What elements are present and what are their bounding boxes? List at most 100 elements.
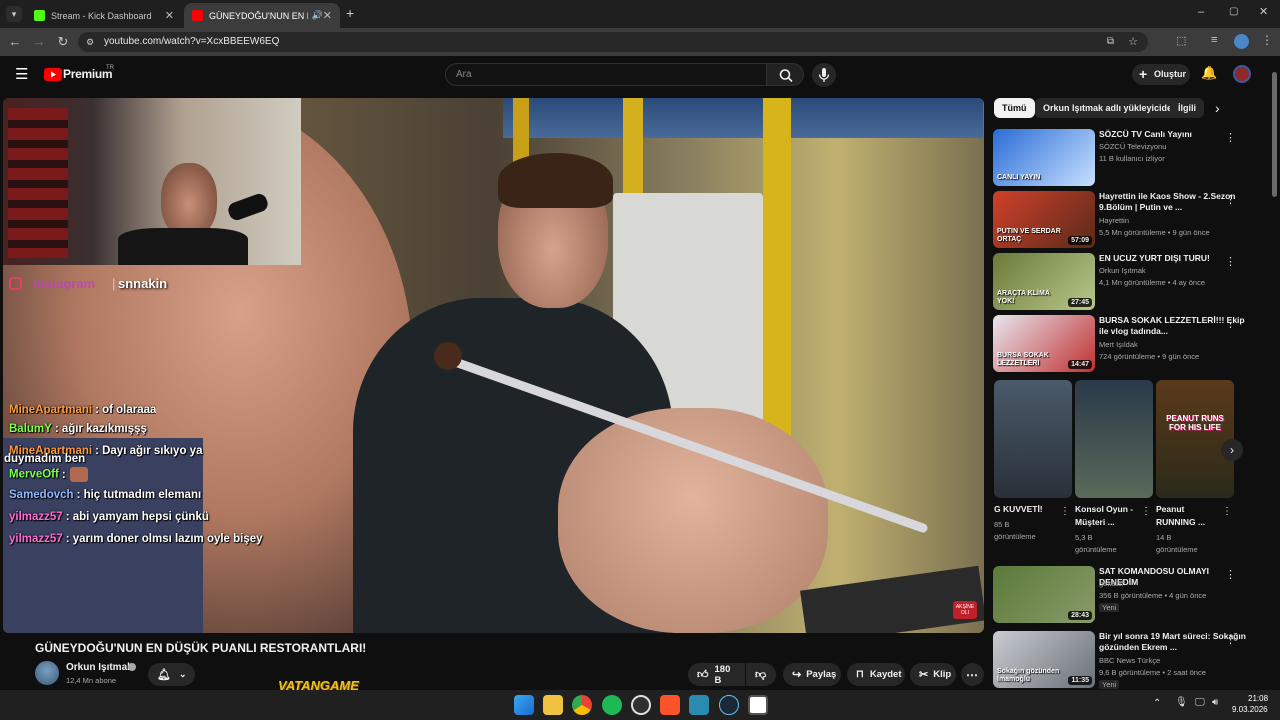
channel-name[interactable]: Hayrettin [1099,216,1129,225]
speaker-icon[interactable]: 🔊 [312,10,323,21]
close-icon[interactable]: ✕ [323,9,332,22]
channel-name[interactable]: gokalaf [1099,579,1123,588]
app-icon[interactable] [689,695,709,715]
video-thumbnail[interactable]: 28:43 [993,566,1095,623]
tab-search-button[interactable]: ▾ [6,6,22,22]
network-icon[interactable]: 🖵 [1195,697,1205,708]
more-vertical-icon[interactable]: ⋮ [1225,131,1236,144]
yandex-icon[interactable] [748,695,768,715]
recommended-video[interactable]: Sokağın gözünden İmamoğlu 11:35 Bir yıl so… [993,631,1263,689]
tab-kick-dashboard[interactable]: Stream - Kick Dashboard ✕ [26,3,182,28]
minimize-icon[interactable]: – [1198,6,1204,18]
notifications-bell-icon[interactable]: 🔔 [1201,65,1217,81]
subscribe-bell-button[interactable]: 🔔︎ ⌄ [148,663,195,686]
video-duration: 11:35 [1068,676,1092,685]
channel-name[interactable]: Orkun Işıtmak [1099,266,1146,275]
chip-uploader[interactable]: Orkun Işıtmak adlı yükleyiciden [1035,98,1186,118]
short-thumbnail[interactable] [1075,380,1153,498]
account-avatar[interactable] [1233,65,1251,83]
browser-menu-icon[interactable]: ⋮ [1261,33,1273,47]
short-views-label: görüntüleme [1156,545,1198,554]
chip-related[interactable]: İlgili [1170,98,1204,118]
new-tab-button[interactable]: + [346,5,354,21]
video-player[interactable]: instagram | snnakin MineApartmani: of ol… [3,98,984,633]
shorts-next-button[interactable]: › [1221,439,1243,461]
save-button[interactable]: ⊓ Kaydet [847,663,905,686]
search-button[interactable] [766,63,804,86]
tab-youtube-video[interactable]: GÜNEYDOĞU'NUN EN DÜŞ 🔊 ✕ [184,3,340,28]
channel-name[interactable]: Orkun Işıtmak [66,662,133,673]
recommended-video[interactable]: 28:43 SAT KOMANDOSU OLMAYI DENEDİM gokalaf… [993,566,1263,624]
tray-chevron-icon[interactable]: ⌃ [1153,698,1161,709]
chrome-icon[interactable] [572,695,592,715]
short-thumbnail[interactable]: PEANUT RUNS FOR HIS LIFE [1156,380,1234,498]
short-title[interactable]: Peanut RUNNING ... [1156,503,1218,529]
more-vertical-icon[interactable]: ⋮ [1225,193,1236,206]
share-icon: ↪ [792,669,802,681]
obs-icon[interactable] [631,695,651,715]
close-window-icon[interactable]: ✕ [1259,5,1268,18]
more-vertical-icon[interactable]: ⋮ [1060,506,1070,517]
recommended-video[interactable]: CANLI YAYIN SÖZCÜ TV Canlı Yayını SÖZCÜ Te… [993,129,1263,187]
recommended-video[interactable]: PUTIN VE SERDAR ORTAÇ 57:09 Hayrettin ile … [993,191,1263,249]
maximize-icon[interactable]: ▢ [1229,6,1238,17]
video-thumbnail[interactable]: Sokağın gözünden İmamoğlu 11:35 [993,631,1095,688]
short-title[interactable]: Konsol Oyun - Müşteri ... [1075,503,1137,529]
like-button[interactable]: 👍︎ 180 B [688,663,745,686]
video-thumbnail[interactable]: BURSA SOKAK LEZZETLERİ 14:47 [993,315,1095,372]
search-input[interactable]: Ara [445,63,767,86]
volume-icon[interactable]: 🔊︎ [1212,697,1218,708]
spotify-icon[interactable] [602,695,622,715]
chat-message: yilmazz57: abi yamyam hepsi çünkü [9,511,209,523]
hamburger-menu-icon[interactable]: ☰ [15,65,28,83]
separator: | [112,276,116,291]
bookmark-star-icon[interactable]: ☆ [1128,32,1138,52]
voice-search-button[interactable] [812,63,836,87]
cast-icon[interactable]: ⧉ [1107,32,1114,52]
chevron-right-icon[interactable]: › [1215,100,1220,116]
extensions-icon[interactable]: ⬚ [1176,34,1186,47]
clip-button[interactable]: ✂ Klip [910,663,956,686]
channel-name[interactable]: BBC News Türkçe [1099,656,1160,665]
reload-icon[interactable]: ↻ [55,34,71,50]
channel-avatar[interactable] [35,661,59,685]
more-vertical-icon[interactable]: ⋮ [1222,506,1232,517]
short-title[interactable]: G KUVVETİ! [994,503,1056,516]
share-button[interactable]: ↪ Paylaş [783,663,841,686]
more-vertical-icon[interactable]: ⋮ [1225,633,1236,646]
more-actions-button[interactable]: ⋯ [961,663,984,686]
dislike-button[interactable]: 👎︎ [746,663,776,686]
more-vertical-icon[interactable]: ⋮ [1225,255,1236,268]
windows-start-icon[interactable] [514,695,534,715]
channel-name[interactable]: Mert Işıldak [1099,340,1138,349]
short-thumbnail[interactable] [994,380,1072,498]
create-button[interactable]: + Oluştur [1132,64,1190,85]
forward-icon[interactable]: → [31,34,47,50]
video-thumbnail[interactable]: CANLI YAYIN [993,129,1095,186]
channel-name[interactable]: SÖZCÜ Televizyonu [1099,142,1166,151]
clock-time[interactable]: 21:08 [1248,694,1268,703]
chat-text: : Dayı ağır sıkıyo ya [95,445,203,457]
microphone-tray-icon[interactable]: 🎙︎ [1175,697,1188,708]
brave-icon[interactable] [660,695,680,715]
back-icon[interactable]: ← [7,34,23,50]
more-vertical-icon[interactable]: ⋮ [1225,568,1236,581]
address-input[interactable]: ⚙ youtube.com/watch?v=XcxBBEEW6EQ ⧉ ☆ [78,32,1148,52]
recommended-video[interactable]: BURSA SOKAK LEZZETLERİ 14:47 BURSA SOKAK L… [993,315,1263,373]
reading-list-icon[interactable]: ≡ [1211,34,1217,46]
more-vertical-icon[interactable]: ⋮ [1225,317,1236,330]
page-scrollbar[interactable] [1272,72,1277,197]
chip-all[interactable]: Tümü [994,98,1035,118]
site-info-icon[interactable]: ⚙ [86,32,94,52]
steam-icon[interactable] [719,695,739,715]
clock-date[interactable]: 9.03.2026 [1232,705,1268,714]
youtube-logo[interactable] [44,68,62,81]
video-thumbnail[interactable]: PUTIN VE SERDAR ORTAÇ 57:09 [993,191,1095,248]
close-icon[interactable]: ✕ [165,9,174,22]
recommended-video[interactable]: ARAÇTA KLİMA YOK! 27:45 EN UCUZ YURT DIŞI … [993,253,1263,311]
video-thumbnail[interactable]: ARAÇTA KLİMA YOK! 27:45 [993,253,1095,310]
video-corner-logo: AKŞİNE OLI [953,601,977,619]
profile-avatar[interactable] [1234,34,1249,49]
file-explorer-icon[interactable] [543,695,563,715]
more-vertical-icon[interactable]: ⋮ [1141,506,1151,517]
